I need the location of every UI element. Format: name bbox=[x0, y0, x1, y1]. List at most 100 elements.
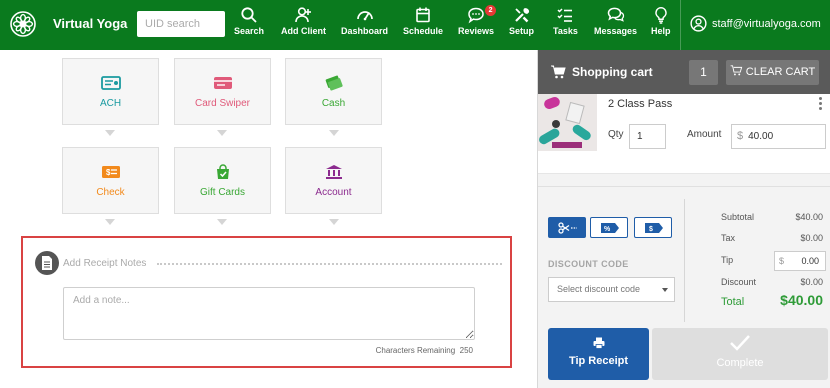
tax-value: $0.00 bbox=[800, 233, 823, 243]
total-label: Total bbox=[721, 296, 745, 308]
payment-tile-account[interactable]: Account bbox=[285, 147, 382, 214]
svg-text:$: $ bbox=[106, 168, 111, 177]
receipt-notes-title: Add Receipt Notes bbox=[63, 258, 147, 269]
user-menu[interactable]: staff@virtualyoga.com bbox=[690, 15, 821, 32]
nav-schedule[interactable]: Schedule bbox=[403, 6, 443, 36]
tile-caret bbox=[217, 130, 227, 136]
calendar-icon bbox=[416, 7, 430, 23]
payment-tile-label: Card Swiper bbox=[194, 98, 251, 109]
discount-dollar-button[interactable]: $ bbox=[634, 217, 672, 238]
svg-text:%: % bbox=[604, 226, 611, 233]
complete-label: Complete bbox=[716, 357, 764, 369]
account-icon bbox=[326, 165, 342, 179]
tile-caret bbox=[105, 130, 115, 136]
payment-tile-check[interactable]: $ Check bbox=[62, 147, 159, 214]
nav-messages[interactable]: Messages bbox=[594, 6, 637, 36]
nav-help[interactable]: Help bbox=[651, 6, 671, 36]
summary-divider bbox=[684, 199, 685, 322]
cart-outline-icon bbox=[730, 65, 742, 76]
total-value: $40.00 bbox=[780, 292, 823, 308]
discount-percent-button[interactable]: % bbox=[590, 217, 628, 238]
nav-add-client[interactable]: Add Client bbox=[281, 6, 326, 36]
tools-icon bbox=[514, 8, 529, 23]
item-menu-icon[interactable] bbox=[819, 97, 822, 112]
ach-icon bbox=[101, 76, 121, 90]
receipt-icon-circle bbox=[35, 251, 59, 275]
discount-label: Discount bbox=[721, 277, 757, 287]
user-icon bbox=[690, 15, 707, 32]
payment-tile-label: Cash bbox=[321, 98, 346, 109]
search-icon bbox=[241, 7, 257, 23]
tile-caret bbox=[329, 130, 339, 136]
qty-input[interactable]: 1 bbox=[629, 124, 666, 149]
nav-reviews-label: Reviews bbox=[458, 26, 495, 36]
receipt-note-input[interactable] bbox=[63, 287, 475, 340]
cart-summary: % $ DISCOUNT CODE Select discount code S… bbox=[538, 186, 830, 332]
brand-name[interactable]: Virtual Yoga bbox=[53, 16, 127, 31]
tasks-icon bbox=[557, 8, 573, 22]
payment-tile-gift-cards[interactable]: Gift Cards bbox=[174, 147, 271, 214]
amount-currency: $ bbox=[737, 130, 744, 142]
qty-label: Qty bbox=[608, 129, 624, 140]
characters-remaining: Characters Remaining 250 bbox=[376, 346, 473, 355]
tile-caret bbox=[105, 219, 115, 225]
nav-setup[interactable]: Setup bbox=[509, 6, 534, 36]
payment-tile-cash[interactable]: Cash bbox=[285, 58, 382, 125]
percent-tag-icon: % bbox=[601, 223, 619, 233]
tip-value: 0.00 bbox=[801, 256, 819, 266]
tip-label: Tip bbox=[721, 255, 734, 265]
amount-label: Amount bbox=[687, 129, 722, 140]
discount-code-placeholder: Select discount code bbox=[557, 284, 641, 294]
payment-panel: ACH Card Swiper Cash $ Check Gift Cards … bbox=[0, 50, 536, 388]
clear-cart-label: CLEAR CART bbox=[745, 66, 816, 78]
top-nav: Virtual Yoga Search Add Client Dashboard… bbox=[0, 0, 830, 50]
cart-icon bbox=[551, 65, 566, 79]
subtotal-value: $40.00 bbox=[795, 212, 823, 222]
receipt-notes-section: Add Receipt Notes Characters Remaining 2… bbox=[21, 236, 512, 368]
tip-currency: $ bbox=[779, 256, 785, 266]
payment-tile-label: Check bbox=[96, 187, 125, 198]
payment-tile-label: Account bbox=[315, 187, 352, 198]
nav-dashboard[interactable]: Dashboard bbox=[341, 6, 388, 36]
dashboard-icon bbox=[356, 11, 373, 21]
uid-search-input[interactable] bbox=[137, 11, 225, 37]
tip-receipt-button[interactable]: Tip Receipt bbox=[548, 328, 649, 380]
messages-icon bbox=[607, 7, 624, 22]
nav-messages-label: Messages bbox=[594, 26, 638, 36]
chars-label: Characters Remaining bbox=[375, 346, 456, 355]
discount-value: $0.00 bbox=[800, 277, 823, 287]
amount-value: 40.00 bbox=[748, 131, 774, 142]
nav-search-label: Search bbox=[234, 26, 265, 36]
tip-input[interactable]: $0.00 bbox=[774, 251, 826, 271]
nav-reviews[interactable]: 2 Reviews bbox=[458, 5, 497, 36]
nav-tasks[interactable]: Tasks bbox=[553, 6, 578, 36]
nav-schedule-label: Schedule bbox=[403, 26, 444, 36]
scissors-icon bbox=[558, 222, 577, 234]
nav-tasks-label: Tasks bbox=[553, 26, 578, 36]
check-icon: $ bbox=[102, 166, 120, 178]
discount-scissors-button[interactable] bbox=[548, 217, 586, 238]
card-swiper-icon bbox=[214, 77, 232, 89]
nav-add-client-label: Add Client bbox=[281, 26, 326, 36]
payment-tile-card-swiper[interactable]: Card Swiper bbox=[174, 58, 271, 125]
lightbulb-icon bbox=[655, 7, 667, 24]
complete-button[interactable]: Complete bbox=[652, 328, 828, 380]
reviews-badge: 2 bbox=[485, 5, 497, 16]
tip-receipt-label: Tip Receipt bbox=[568, 355, 629, 367]
amount-input[interactable]: $40.00 bbox=[731, 124, 826, 149]
add-user-icon bbox=[294, 7, 311, 23]
tile-caret bbox=[217, 219, 227, 225]
chars-value: 250 bbox=[459, 346, 473, 355]
subtotal-label: Subtotal bbox=[721, 212, 755, 222]
cart-title: Shopping cart bbox=[551, 65, 653, 79]
cart-panel: Shopping cart 1 CLEAR CART 2 Class Pass … bbox=[537, 50, 830, 388]
yoga-product-image bbox=[538, 94, 597, 151]
discount-code-select[interactable]: Select discount code bbox=[548, 277, 675, 302]
chevron-down-icon bbox=[662, 288, 668, 292]
lotus-logo-icon[interactable] bbox=[10, 11, 36, 37]
nav-setup-label: Setup bbox=[509, 26, 535, 36]
payment-tile-ach[interactable]: ACH bbox=[62, 58, 159, 125]
clear-cart-button[interactable]: CLEAR CART bbox=[726, 60, 819, 85]
nav-search[interactable]: Search bbox=[234, 6, 264, 36]
svg-text:$: $ bbox=[649, 226, 653, 233]
